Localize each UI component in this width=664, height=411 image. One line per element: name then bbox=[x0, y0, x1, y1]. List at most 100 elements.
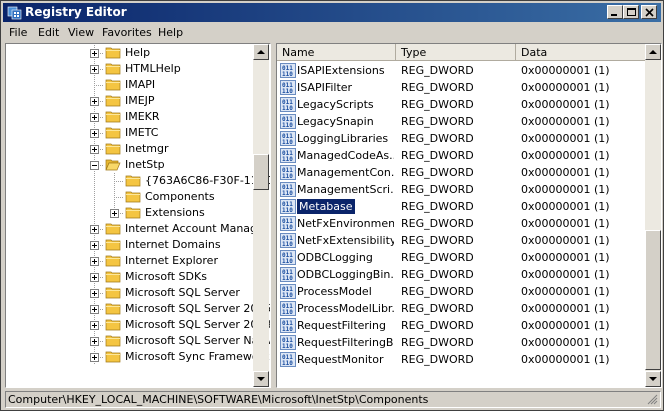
tree-item[interactable]: Help bbox=[6, 45, 253, 61]
tree-item[interactable]: IMAPI bbox=[6, 77, 253, 93]
tree-line bbox=[94, 205, 95, 221]
expand-icon[interactable] bbox=[90, 353, 99, 362]
value-row[interactable]: 011 110 LoggingLibraries REG_DWORD 0x0000000… bbox=[277, 130, 645, 147]
tree-item[interactable]: Internet Domains bbox=[6, 237, 253, 253]
tree-item[interactable]: IMETC bbox=[6, 125, 253, 141]
expand-icon[interactable] bbox=[90, 225, 99, 234]
value-row[interactable]: 011 110 ManagementScri... REG_DWORD 0x000000… bbox=[277, 181, 645, 198]
column-header-data[interactable]: Data bbox=[516, 44, 645, 61]
expand-icon[interactable] bbox=[90, 145, 99, 154]
expand-icon[interactable] bbox=[90, 305, 99, 314]
value-row[interactable]: 011 110 ProcessModelLibr... REG_DWORD 0x0000… bbox=[277, 300, 645, 317]
tree-item[interactable]: Microsoft SQL Server 2005 bbox=[6, 301, 270, 317]
expand-icon[interactable] bbox=[90, 129, 99, 138]
value-row[interactable]: 011 110 RequestFiltering REG_DWORD 0x0000000… bbox=[277, 317, 645, 334]
value-data: 0x00000001 (1) bbox=[521, 251, 610, 264]
svg-text:110: 110 bbox=[282, 122, 293, 129]
expand-icon[interactable] bbox=[90, 273, 99, 282]
value-row[interactable]: 011 110 ManagementCon... REG_DWORD 0x0000000… bbox=[277, 164, 645, 181]
reg-binary-value-icon: 011 110 bbox=[280, 301, 296, 316]
svg-text:110: 110 bbox=[282, 173, 293, 180]
tree-scroll-down-button[interactable] bbox=[253, 371, 269, 387]
expand-icon[interactable] bbox=[90, 65, 99, 74]
collapse-icon[interactable] bbox=[90, 161, 99, 170]
value-row[interactable]: 011 110 LegacyScripts REG_DWORD 0x00000001 (… bbox=[277, 96, 645, 113]
list-vertical-scrollbar[interactable] bbox=[645, 44, 661, 387]
title-bar[interactable]: Registry Editor bbox=[3, 3, 661, 22]
folder-icon bbox=[105, 222, 121, 236]
expand-icon[interactable] bbox=[90, 257, 99, 266]
tree-item[interactable]: Microsoft SQL Server Nativ bbox=[6, 333, 270, 349]
tree-item[interactable]: Extensions bbox=[6, 205, 253, 221]
arrow-down-icon bbox=[649, 377, 657, 381]
maximize-button[interactable] bbox=[623, 5, 639, 19]
expand-icon[interactable] bbox=[90, 241, 99, 250]
value-row[interactable]: 011 110 ODBCLoggingBin... REG_DWORD 0x000000… bbox=[277, 266, 645, 283]
value-row[interactable]: 011 110 NetFxExtensibility REG_DWORD 0x00000… bbox=[277, 232, 645, 249]
tree-item[interactable]: Components bbox=[6, 189, 253, 205]
column-header-type[interactable]: Type bbox=[396, 44, 516, 61]
tree-item[interactable]: HTMLHelp bbox=[6, 61, 253, 77]
value-row[interactable]: 011 110 Metabase REG_DWORD 0x00000001 (1) bbox=[277, 198, 645, 215]
tree-item[interactable]: InetStp bbox=[6, 157, 253, 173]
reg-binary-value-icon: 011 110 bbox=[280, 114, 296, 129]
menu-file[interactable]: File bbox=[9, 26, 27, 39]
key-tree-pane[interactable]: Help HTMLHelp IMAPI IMEJP IMEKR IMETC Inetmgr I… bbox=[5, 43, 271, 388]
minimize-button[interactable] bbox=[607, 5, 623, 19]
close-button[interactable] bbox=[641, 5, 657, 19]
value-row[interactable]: 011 110 RequestMonitor REG_DWORD 0x00000001 … bbox=[277, 351, 645, 368]
list-scroll-up-button[interactable] bbox=[645, 44, 661, 60]
tree-item[interactable]: Microsoft Sync Framework bbox=[6, 349, 269, 365]
value-type: REG_DWORD bbox=[401, 251, 474, 264]
value-row[interactable]: 011 110 LegacySnapin REG_DWORD 0x00000001 (1… bbox=[277, 113, 645, 130]
expand-icon[interactable] bbox=[90, 49, 99, 58]
value-row[interactable]: 011 110 ProcessModel REG_DWORD 0x00000001 (1… bbox=[277, 283, 645, 300]
arrow-up-icon bbox=[257, 50, 265, 54]
list-scroll-down-button[interactable] bbox=[645, 371, 661, 387]
tree-item[interactable]: IMEJP bbox=[6, 93, 253, 109]
tree-item[interactable]: IMEKR bbox=[6, 109, 253, 125]
tree-item[interactable]: Internet Explorer bbox=[6, 253, 253, 269]
expand-icon[interactable] bbox=[90, 113, 99, 122]
menu-view[interactable]: View bbox=[68, 26, 94, 39]
menu-edit[interactable]: Edit bbox=[38, 26, 59, 39]
reg-binary-value-icon: 011 110 bbox=[280, 131, 296, 146]
expand-icon[interactable] bbox=[90, 289, 99, 298]
menu-favorites[interactable]: Favorites bbox=[102, 26, 152, 39]
tree-item[interactable]: Inetmgr bbox=[6, 141, 253, 157]
tree-item[interactable]: Microsoft SQL Server 2008 bbox=[6, 317, 270, 333]
expand-icon[interactable] bbox=[90, 337, 99, 346]
reg-binary-value-icon: 011 110 bbox=[280, 233, 296, 248]
tree-item[interactable]: Microsoft SQL Server bbox=[6, 285, 253, 301]
tree-item-label: Microsoft SQL Server 2005 bbox=[125, 302, 271, 315]
reg-binary-value-icon: 011 110 bbox=[280, 63, 296, 78]
expand-icon[interactable] bbox=[90, 97, 99, 106]
value-type: REG_DWORD bbox=[401, 336, 474, 349]
svg-text:110: 110 bbox=[282, 156, 293, 163]
value-row[interactable]: 011 110 ISAPIExtensions REG_DWORD 0x00000001… bbox=[277, 62, 645, 79]
arrow-down-icon bbox=[257, 377, 265, 381]
tree-item[interactable]: {763A6C86-F30F-11D0 bbox=[6, 173, 270, 189]
tree-item[interactable]: Internet Account Manager bbox=[6, 221, 268, 237]
registry-editor-window: Registry Editor File Edit View Favorites… bbox=[0, 0, 664, 411]
value-row[interactable]: 011 110 ISAPIFilter REG_DWORD 0x00000001 (1) bbox=[277, 79, 645, 96]
value-row[interactable]: 011 110 ODBCLogging REG_DWORD 0x00000001 (1) bbox=[277, 249, 645, 266]
expand-icon[interactable] bbox=[90, 321, 99, 330]
menu-help[interactable]: Help bbox=[158, 26, 183, 39]
list-scroll-thumb[interactable] bbox=[645, 230, 661, 370]
status-path: Computer\HKEY_LOCAL_MACHINE\SOFTWARE\Mic… bbox=[8, 393, 429, 406]
tree-scroll-thumb[interactable] bbox=[253, 154, 269, 190]
value-data: 0x00000001 (1) bbox=[521, 234, 610, 247]
value-row[interactable]: 011 110 NetFxEnvironment REG_DWORD 0x0000000… bbox=[277, 215, 645, 232]
tree-item[interactable]: Microsoft SDKs bbox=[6, 269, 253, 285]
values-list-pane[interactable]: Name Type Data 011 110 ISAPIExtensions REG_… bbox=[276, 43, 662, 388]
resize-grip-icon[interactable] bbox=[647, 394, 658, 405]
value-data: 0x00000001 (1) bbox=[521, 353, 610, 366]
value-data: 0x00000001 (1) bbox=[521, 64, 610, 77]
tree-scroll-up-button[interactable] bbox=[253, 44, 269, 60]
expand-icon[interactable] bbox=[110, 209, 119, 218]
column-header-name[interactable]: Name bbox=[277, 44, 396, 61]
tree-vertical-scrollbar[interactable] bbox=[253, 44, 269, 387]
value-row[interactable]: 011 110 ManagedCodeAs... REG_DWORD 0x0000000… bbox=[277, 147, 645, 164]
value-row[interactable]: 011 110 RequestFilteringB... REG_DWORD 0x000… bbox=[277, 334, 645, 351]
